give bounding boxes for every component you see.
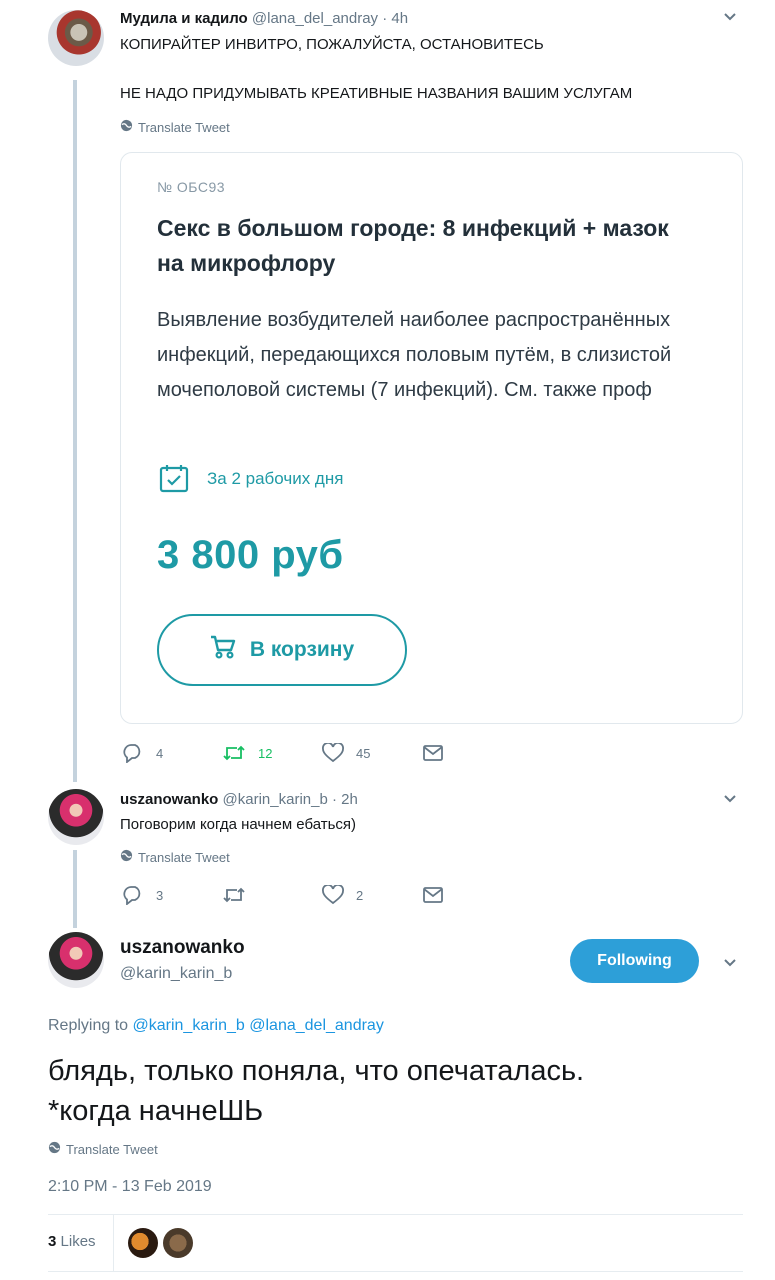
add-to-cart-button[interactable]: В корзину [157,614,407,686]
author-handle[interactable]: @karin_karin_b [120,965,232,983]
heart-icon [322,743,344,763]
author-name[interactable]: uszanowanko [120,791,218,808]
divider [48,1214,743,1215]
liker-avatar[interactable] [128,1228,158,1258]
liker-avatar[interactable] [163,1228,193,1258]
translate-link[interactable]: Translate Tweet [120,119,230,135]
replying-to: Replying to @karin_karin_b @lana_del_and… [48,1017,384,1035]
tweet-time[interactable]: · 2h [332,791,358,808]
cart-button-label: В корзину [249,638,355,661]
translate-link[interactable]: Translate Tweet [120,849,230,865]
cart-icon [210,635,236,665]
tweet-actions: 4 12 45 [122,743,522,763]
divider [113,1215,114,1271]
reply-icon [122,885,144,905]
tweet-time[interactable]: · 4h [382,10,408,27]
globe-icon [48,1141,61,1157]
tweet-timestamp[interactable]: 2:10 PM - 13 Feb 2019 [48,1178,212,1196]
retweet-button[interactable] [222,885,322,905]
tweet-header: Мудила и кадило @lana_del_andray · 4h [120,10,408,27]
chevron-down-icon[interactable] [722,790,738,811]
translate-label: Translate Tweet [138,119,230,135]
thread-line [73,850,77,928]
card-title: Секс в большом городе: 8 инфекций + мазо… [157,215,669,276]
thread-line [73,80,77,782]
globe-icon [120,119,133,135]
translate-link[interactable]: Translate Tweet [48,1141,158,1157]
translate-label: Translate Tweet [138,849,230,865]
direct-message-button[interactable] [422,744,522,762]
retweet-count: 12 [258,745,273,761]
author-handle[interactable]: @karin_karin_b [223,791,328,808]
reply-icon [122,743,144,763]
mention-link[interactable]: @karin_karin_b [133,1017,245,1034]
tweet-header: uszanowanko @karin_karin_b · 2h [120,791,358,808]
like-button[interactable]: 45 [322,743,422,763]
likes-summary[interactable]: 3 Likes [48,1233,96,1250]
author-handle[interactable]: @lana_del_andray [252,10,378,27]
avatar[interactable] [48,932,104,988]
reply-button[interactable]: 4 [122,743,222,763]
like-count: 45 [356,745,371,761]
card-delivery-time: За 2 рабочих дня [207,469,344,488]
card-price: 3 800 руб [157,533,344,577]
reply-count: 4 [156,745,164,761]
mention-link[interactable]: @lana_del_andray [249,1017,384,1034]
likes-label: Likes [60,1233,96,1250]
calendar-icon [159,463,189,493]
chevron-down-icon[interactable] [722,954,738,975]
avatar[interactable] [48,10,104,66]
author-name[interactable]: uszanowanko [120,937,245,959]
envelope-icon [422,744,444,762]
retweet-icon [222,885,246,905]
like-button[interactable]: 2 [322,885,422,905]
avatar[interactable] [48,789,104,845]
card-product-number: № ОБС93 [157,179,226,195]
globe-icon [120,849,133,865]
heart-icon [322,885,344,905]
reply-count: 3 [156,887,164,903]
retweet-button[interactable]: 12 [222,743,322,763]
divider [48,1271,743,1272]
reply-button[interactable]: 3 [122,885,222,905]
translate-label: Translate Tweet [66,1141,158,1157]
replying-prefix: Replying to [48,1017,129,1034]
tweet-text: блядь, только поняла, что опечаталась. *… [48,1055,585,1127]
envelope-icon [422,886,444,904]
author-name[interactable]: Мудила и кадило [120,10,248,27]
tweet-text: Поговорим когда начнем ебаться) [120,816,357,833]
direct-message-button[interactable] [422,886,522,904]
likes-count: 3 [48,1233,57,1250]
retweet-icon [222,743,246,763]
following-button[interactable]: Following [570,939,699,983]
tweet-actions: 3 2 [122,885,522,905]
like-count: 2 [356,887,364,903]
tweet-text-line: НЕ НАДО ПРИДУМЫВАТЬ КРЕАТИВНЫЕ НАЗВАНИЯ … [120,85,633,102]
tweet-text-line: КОПИРАЙТЕР ИНВИТРО, ПОЖАЛУЙСТА, ОСТАНОВИ… [120,36,544,53]
chevron-down-icon[interactable] [722,8,738,29]
card-description: Выявление возбудителей наиболее распрост… [157,309,672,401]
link-card[interactable]: № ОБС93 Секс в большом городе: 8 инфекци… [120,152,743,724]
